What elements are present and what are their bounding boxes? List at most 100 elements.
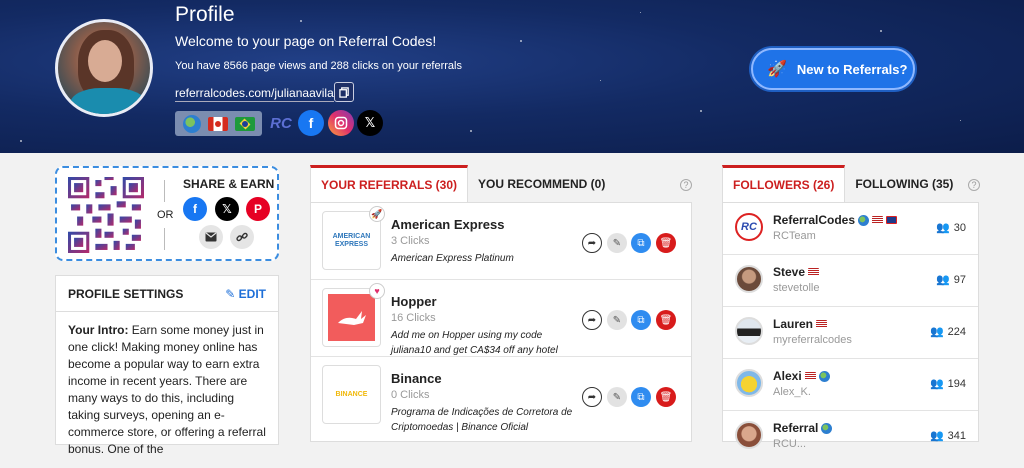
page-title: Profile bbox=[175, 3, 235, 26]
globe-icon bbox=[858, 214, 870, 226]
share-referral-button[interactable]: ➦ bbox=[582, 233, 602, 253]
list-item[interactable]: ♥ Hopper 16 Clicks Add me on Hopper usin… bbox=[311, 280, 691, 357]
copy-url-button[interactable] bbox=[334, 82, 354, 102]
follower-name[interactable]: Alexi bbox=[773, 369, 802, 383]
avatar: RC bbox=[735, 213, 763, 241]
delete-referral-button[interactable]: 🗑 bbox=[656, 387, 676, 407]
instagram-icon[interactable] bbox=[328, 110, 354, 136]
follower-count: 👥 341 bbox=[929, 429, 966, 443]
follower-name[interactable]: Referral bbox=[773, 421, 818, 435]
copy-icon bbox=[338, 86, 349, 98]
share-pinterest-button[interactable]: P bbox=[246, 197, 270, 221]
avatar bbox=[735, 421, 763, 449]
rc-logo-icon[interactable]: RC bbox=[268, 110, 294, 136]
referral-description: Add me on Hopper using my code juliana10… bbox=[391, 330, 558, 356]
copy-referral-button[interactable]: ⧉ bbox=[631, 387, 651, 407]
profile-avatar bbox=[55, 19, 153, 117]
follower-count: 👥 97 bbox=[936, 273, 966, 287]
users-icon: 👥 bbox=[936, 222, 950, 234]
referral-tabs: YOUR REFERRALS (30) YOU RECOMMEND (0) bbox=[310, 165, 615, 202]
tab-you-recommend[interactable]: YOU RECOMMEND (0) bbox=[468, 165, 615, 202]
copy-referral-button[interactable]: ⧉ bbox=[631, 233, 651, 253]
profile-url-link[interactable]: referralcodes.com/julianaavila bbox=[175, 86, 334, 102]
share-earn-card: OR SHARE & EARN f 𝕏 P bbox=[55, 166, 279, 261]
qr-code[interactable] bbox=[68, 177, 144, 253]
share-facebook-button[interactable]: f bbox=[183, 197, 207, 221]
x-twitter-icon[interactable]: 𝕏 bbox=[357, 110, 383, 136]
copy-referral-button[interactable]: ⧉ bbox=[631, 310, 651, 330]
share-link-button[interactable] bbox=[230, 225, 254, 249]
follower-username: RCTeam bbox=[773, 230, 816, 242]
share-earn-title: SHARE & EARN bbox=[183, 177, 275, 191]
delete-referral-button[interactable]: 🗑 bbox=[656, 310, 676, 330]
edit-referral-button[interactable]: ✎ bbox=[607, 387, 627, 407]
tab-your-referrals[interactable]: YOUR REFERRALS (30) bbox=[310, 165, 469, 202]
share-referral-button[interactable]: ➦ bbox=[582, 310, 602, 330]
users-icon: 👥 bbox=[929, 378, 944, 390]
welcome-text: Welcome to your page on Referral Codes! bbox=[175, 33, 437, 49]
binance-logo: BINANCE bbox=[322, 365, 381, 424]
referral-name[interactable]: Binance bbox=[391, 371, 442, 386]
uk-flag-icon bbox=[886, 216, 898, 224]
globe-icon bbox=[821, 422, 833, 434]
us-flag-icon bbox=[872, 216, 884, 224]
profile-settings-card: PROFILE SETTINGS ✎ EDIT Your Intro: Earn… bbox=[55, 275, 279, 456]
referral-description: American Express Platinum bbox=[391, 253, 514, 264]
referral-description: Programa de Indicações de Corretora de C… bbox=[391, 407, 573, 433]
envelope-icon bbox=[205, 232, 217, 242]
list-item[interactable]: BINANCE Binance 0 Clicks Programa de Ind… bbox=[311, 357, 691, 434]
share-x-button[interactable]: 𝕏 bbox=[215, 197, 239, 221]
avatar bbox=[735, 369, 763, 397]
list-item[interactable]: Steve stevetolle 👥 97 bbox=[723, 255, 978, 307]
profile-settings-title: PROFILE SETTINGS bbox=[68, 286, 184, 301]
list-item[interactable]: Lauren myreferralcodes 👥 224 bbox=[723, 307, 978, 359]
users-icon: 👥 bbox=[929, 326, 944, 338]
brazil-flag-icon bbox=[234, 116, 255, 131]
followers-list: RC ReferralCodes RCTeam 👥 30 Steve stevet… bbox=[722, 202, 979, 450]
follower-username: RCU... bbox=[773, 438, 806, 450]
follower-username: myreferralcodes bbox=[773, 334, 852, 346]
heart-badge-icon: ♥ bbox=[369, 283, 385, 299]
referral-clicks: 0 Clicks bbox=[391, 389, 430, 401]
share-email-button[interactable] bbox=[199, 225, 223, 249]
follower-username: stevetolle bbox=[773, 282, 820, 294]
avatar bbox=[735, 265, 763, 293]
us-flag-icon bbox=[808, 268, 820, 276]
followers-help-icon[interactable]: ? bbox=[968, 179, 980, 191]
referral-name[interactable]: American Express bbox=[391, 217, 504, 232]
users-icon: 👥 bbox=[936, 274, 950, 286]
edit-profile-button[interactable]: ✎ EDIT bbox=[225, 287, 266, 301]
follower-name[interactable]: Steve bbox=[773, 265, 805, 279]
or-label: OR bbox=[157, 209, 174, 221]
new-to-referrals-button[interactable]: 🚀 New to Referrals? bbox=[751, 48, 915, 90]
profile-header: Profile Welcome to your page on Referral… bbox=[0, 0, 1024, 153]
follower-username: Alex_K. bbox=[773, 386, 811, 398]
facebook-icon[interactable]: f bbox=[298, 110, 324, 136]
delete-referral-button[interactable]: 🗑 bbox=[656, 233, 676, 253]
edit-referral-button[interactable]: ✎ bbox=[607, 310, 627, 330]
referrals-help-icon[interactable]: ? bbox=[680, 179, 692, 191]
tab-following[interactable]: FOLLOWING (35) bbox=[845, 165, 963, 202]
referral-name[interactable]: Hopper bbox=[391, 294, 437, 309]
follower-count: 👥 194 bbox=[929, 377, 966, 391]
us-flag-icon bbox=[816, 320, 828, 328]
list-item[interactable]: AMERICAN EXPRESS 🚀 American Express 3 Cl… bbox=[311, 203, 691, 280]
tab-followers[interactable]: FOLLOWERS (26) bbox=[722, 165, 846, 202]
edit-referral-button[interactable]: ✎ bbox=[607, 233, 627, 253]
follower-name[interactable]: ReferralCodes bbox=[773, 213, 855, 227]
list-item[interactable]: Referral RCU... 👥 341 bbox=[723, 411, 978, 463]
share-referral-button[interactable]: ➦ bbox=[582, 387, 602, 407]
list-item[interactable]: Alexi Alex_K. 👥 194 bbox=[723, 359, 978, 411]
canada-flag-icon bbox=[207, 116, 228, 131]
follower-name[interactable]: Lauren bbox=[773, 317, 813, 331]
rocket-badge-icon: 🚀 bbox=[369, 206, 385, 222]
list-item[interactable]: RC ReferralCodes RCTeam 👥 30 bbox=[723, 203, 978, 255]
country-flags bbox=[175, 111, 262, 136]
profile-intro: Your Intro: Earn some money just in one … bbox=[68, 323, 266, 456]
referrals-list: AMERICAN EXPRESS 🚀 American Express 3 Cl… bbox=[310, 202, 692, 442]
referral-clicks: 16 Clicks bbox=[391, 312, 436, 324]
follower-tabs: FOLLOWERS (26) FOLLOWING (35) bbox=[722, 165, 963, 202]
globe-icon bbox=[182, 114, 201, 133]
avatar bbox=[735, 317, 763, 345]
rocket-icon: 🚀 bbox=[767, 61, 787, 78]
